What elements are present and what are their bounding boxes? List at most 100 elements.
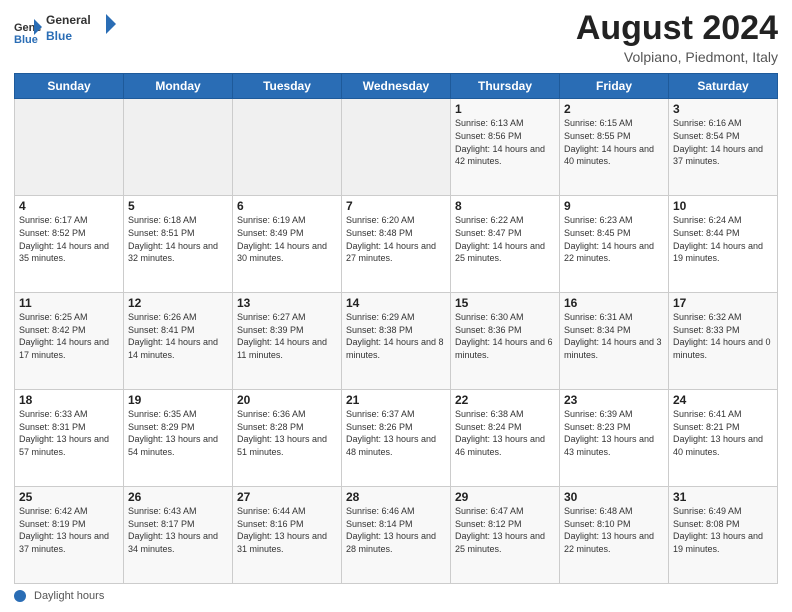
calendar-cell: 13Sunrise: 6:27 AMSunset: 8:39 PMDayligh… bbox=[233, 293, 342, 390]
calendar-week-3: 11Sunrise: 6:25 AMSunset: 8:42 PMDayligh… bbox=[15, 293, 778, 390]
calendar-cell: 2Sunrise: 6:15 AMSunset: 8:55 PMDaylight… bbox=[560, 99, 669, 196]
calendar-cell: 6Sunrise: 6:19 AMSunset: 8:49 PMDaylight… bbox=[233, 196, 342, 293]
day-number: 28 bbox=[346, 490, 446, 504]
page: General Blue General Blue August 2024 Vo… bbox=[0, 0, 792, 612]
day-number: 10 bbox=[673, 199, 773, 213]
calendar-table: SundayMondayTuesdayWednesdayThursdayFrid… bbox=[14, 73, 778, 584]
svg-text:Blue: Blue bbox=[14, 34, 38, 45]
day-info: Sunrise: 6:16 AMSunset: 8:54 PMDaylight:… bbox=[673, 117, 773, 167]
day-info: Sunrise: 6:39 AMSunset: 8:23 PMDaylight:… bbox=[564, 408, 664, 458]
day-number: 14 bbox=[346, 296, 446, 310]
day-number: 8 bbox=[455, 199, 555, 213]
day-info: Sunrise: 6:20 AMSunset: 8:48 PMDaylight:… bbox=[346, 214, 446, 264]
calendar-cell: 15Sunrise: 6:30 AMSunset: 8:36 PMDayligh… bbox=[451, 293, 560, 390]
day-info: Sunrise: 6:48 AMSunset: 8:10 PMDaylight:… bbox=[564, 505, 664, 555]
day-number: 17 bbox=[673, 296, 773, 310]
day-info: Sunrise: 6:13 AMSunset: 8:56 PMDaylight:… bbox=[455, 117, 555, 167]
day-number: 31 bbox=[673, 490, 773, 504]
day-number: 4 bbox=[19, 199, 119, 213]
main-title: August 2024 bbox=[576, 10, 778, 47]
day-number: 16 bbox=[564, 296, 664, 310]
calendar-cell: 17Sunrise: 6:32 AMSunset: 8:33 PMDayligh… bbox=[669, 293, 778, 390]
day-info: Sunrise: 6:33 AMSunset: 8:31 PMDaylight:… bbox=[19, 408, 119, 458]
day-info: Sunrise: 6:44 AMSunset: 8:16 PMDaylight:… bbox=[237, 505, 337, 555]
day-info: Sunrise: 6:41 AMSunset: 8:21 PMDaylight:… bbox=[673, 408, 773, 458]
day-number: 25 bbox=[19, 490, 119, 504]
day-number: 12 bbox=[128, 296, 228, 310]
calendar-header-sunday: Sunday bbox=[15, 74, 124, 99]
day-number: 23 bbox=[564, 393, 664, 407]
calendar-cell: 12Sunrise: 6:26 AMSunset: 8:41 PMDayligh… bbox=[124, 293, 233, 390]
day-number: 11 bbox=[19, 296, 119, 310]
day-info: Sunrise: 6:46 AMSunset: 8:14 PMDaylight:… bbox=[346, 505, 446, 555]
day-number: 29 bbox=[455, 490, 555, 504]
calendar-cell: 28Sunrise: 6:46 AMSunset: 8:14 PMDayligh… bbox=[342, 487, 451, 584]
day-info: Sunrise: 6:17 AMSunset: 8:52 PMDaylight:… bbox=[19, 214, 119, 264]
calendar-cell: 9Sunrise: 6:23 AMSunset: 8:45 PMDaylight… bbox=[560, 196, 669, 293]
calendar-cell: 29Sunrise: 6:47 AMSunset: 8:12 PMDayligh… bbox=[451, 487, 560, 584]
day-number: 13 bbox=[237, 296, 337, 310]
calendar-week-1: 1Sunrise: 6:13 AMSunset: 8:56 PMDaylight… bbox=[15, 99, 778, 196]
calendar-cell: 7Sunrise: 6:20 AMSunset: 8:48 PMDaylight… bbox=[342, 196, 451, 293]
calendar-cell: 24Sunrise: 6:41 AMSunset: 8:21 PMDayligh… bbox=[669, 390, 778, 487]
calendar-header-friday: Friday bbox=[560, 74, 669, 99]
calendar-header-row: SundayMondayTuesdayWednesdayThursdayFrid… bbox=[15, 74, 778, 99]
calendar-header-wednesday: Wednesday bbox=[342, 74, 451, 99]
day-number: 9 bbox=[564, 199, 664, 213]
day-info: Sunrise: 6:42 AMSunset: 8:19 PMDaylight:… bbox=[19, 505, 119, 555]
day-number: 6 bbox=[237, 199, 337, 213]
calendar-header-thursday: Thursday bbox=[451, 74, 560, 99]
calendar-cell: 8Sunrise: 6:22 AMSunset: 8:47 PMDaylight… bbox=[451, 196, 560, 293]
day-number: 5 bbox=[128, 199, 228, 213]
day-info: Sunrise: 6:15 AMSunset: 8:55 PMDaylight:… bbox=[564, 117, 664, 167]
calendar-cell: 19Sunrise: 6:35 AMSunset: 8:29 PMDayligh… bbox=[124, 390, 233, 487]
day-info: Sunrise: 6:27 AMSunset: 8:39 PMDaylight:… bbox=[237, 311, 337, 361]
day-number: 7 bbox=[346, 199, 446, 213]
day-number: 22 bbox=[455, 393, 555, 407]
svg-text:Blue: Blue bbox=[46, 29, 72, 43]
day-number: 15 bbox=[455, 296, 555, 310]
day-info: Sunrise: 6:47 AMSunset: 8:12 PMDaylight:… bbox=[455, 505, 555, 555]
calendar-cell: 26Sunrise: 6:43 AMSunset: 8:17 PMDayligh… bbox=[124, 487, 233, 584]
calendar-week-5: 25Sunrise: 6:42 AMSunset: 8:19 PMDayligh… bbox=[15, 487, 778, 584]
day-info: Sunrise: 6:35 AMSunset: 8:29 PMDaylight:… bbox=[128, 408, 228, 458]
calendar-cell: 27Sunrise: 6:44 AMSunset: 8:16 PMDayligh… bbox=[233, 487, 342, 584]
calendar-cell: 23Sunrise: 6:39 AMSunset: 8:23 PMDayligh… bbox=[560, 390, 669, 487]
logo: General Blue General Blue bbox=[14, 10, 116, 51]
day-info: Sunrise: 6:36 AMSunset: 8:28 PMDaylight:… bbox=[237, 408, 337, 458]
day-number: 18 bbox=[19, 393, 119, 407]
day-info: Sunrise: 6:19 AMSunset: 8:49 PMDaylight:… bbox=[237, 214, 337, 264]
day-info: Sunrise: 6:23 AMSunset: 8:45 PMDaylight:… bbox=[564, 214, 664, 264]
calendar-header-saturday: Saturday bbox=[669, 74, 778, 99]
calendar-cell: 14Sunrise: 6:29 AMSunset: 8:38 PMDayligh… bbox=[342, 293, 451, 390]
calendar-cell: 18Sunrise: 6:33 AMSunset: 8:31 PMDayligh… bbox=[15, 390, 124, 487]
day-info: Sunrise: 6:37 AMSunset: 8:26 PMDaylight:… bbox=[346, 408, 446, 458]
calendar-cell: 11Sunrise: 6:25 AMSunset: 8:42 PMDayligh… bbox=[15, 293, 124, 390]
calendar-cell: 25Sunrise: 6:42 AMSunset: 8:19 PMDayligh… bbox=[15, 487, 124, 584]
day-info: Sunrise: 6:30 AMSunset: 8:36 PMDaylight:… bbox=[455, 311, 555, 361]
day-number: 3 bbox=[673, 102, 773, 116]
day-info: Sunrise: 6:18 AMSunset: 8:51 PMDaylight:… bbox=[128, 214, 228, 264]
calendar-cell bbox=[233, 99, 342, 196]
day-number: 19 bbox=[128, 393, 228, 407]
subtitle: Volpiano, Piedmont, Italy bbox=[576, 49, 778, 65]
day-number: 26 bbox=[128, 490, 228, 504]
day-number: 1 bbox=[455, 102, 555, 116]
calendar-cell: 22Sunrise: 6:38 AMSunset: 8:24 PMDayligh… bbox=[451, 390, 560, 487]
calendar-cell: 31Sunrise: 6:49 AMSunset: 8:08 PMDayligh… bbox=[669, 487, 778, 584]
calendar-cell: 16Sunrise: 6:31 AMSunset: 8:34 PMDayligh… bbox=[560, 293, 669, 390]
day-number: 24 bbox=[673, 393, 773, 407]
day-info: Sunrise: 6:26 AMSunset: 8:41 PMDaylight:… bbox=[128, 311, 228, 361]
calendar-cell: 21Sunrise: 6:37 AMSunset: 8:26 PMDayligh… bbox=[342, 390, 451, 487]
svg-text:General: General bbox=[46, 13, 91, 27]
calendar-header-tuesday: Tuesday bbox=[233, 74, 342, 99]
day-info: Sunrise: 6:43 AMSunset: 8:17 PMDaylight:… bbox=[128, 505, 228, 555]
calendar-cell: 30Sunrise: 6:48 AMSunset: 8:10 PMDayligh… bbox=[560, 487, 669, 584]
calendar-cell: 1Sunrise: 6:13 AMSunset: 8:56 PMDaylight… bbox=[451, 99, 560, 196]
day-info: Sunrise: 6:31 AMSunset: 8:34 PMDaylight:… bbox=[564, 311, 664, 361]
title-block: August 2024 Volpiano, Piedmont, Italy bbox=[576, 10, 778, 65]
calendar-cell: 3Sunrise: 6:16 AMSunset: 8:54 PMDaylight… bbox=[669, 99, 778, 196]
header: General Blue General Blue August 2024 Vo… bbox=[14, 10, 778, 65]
calendar-cell: 10Sunrise: 6:24 AMSunset: 8:44 PMDayligh… bbox=[669, 196, 778, 293]
day-number: 30 bbox=[564, 490, 664, 504]
